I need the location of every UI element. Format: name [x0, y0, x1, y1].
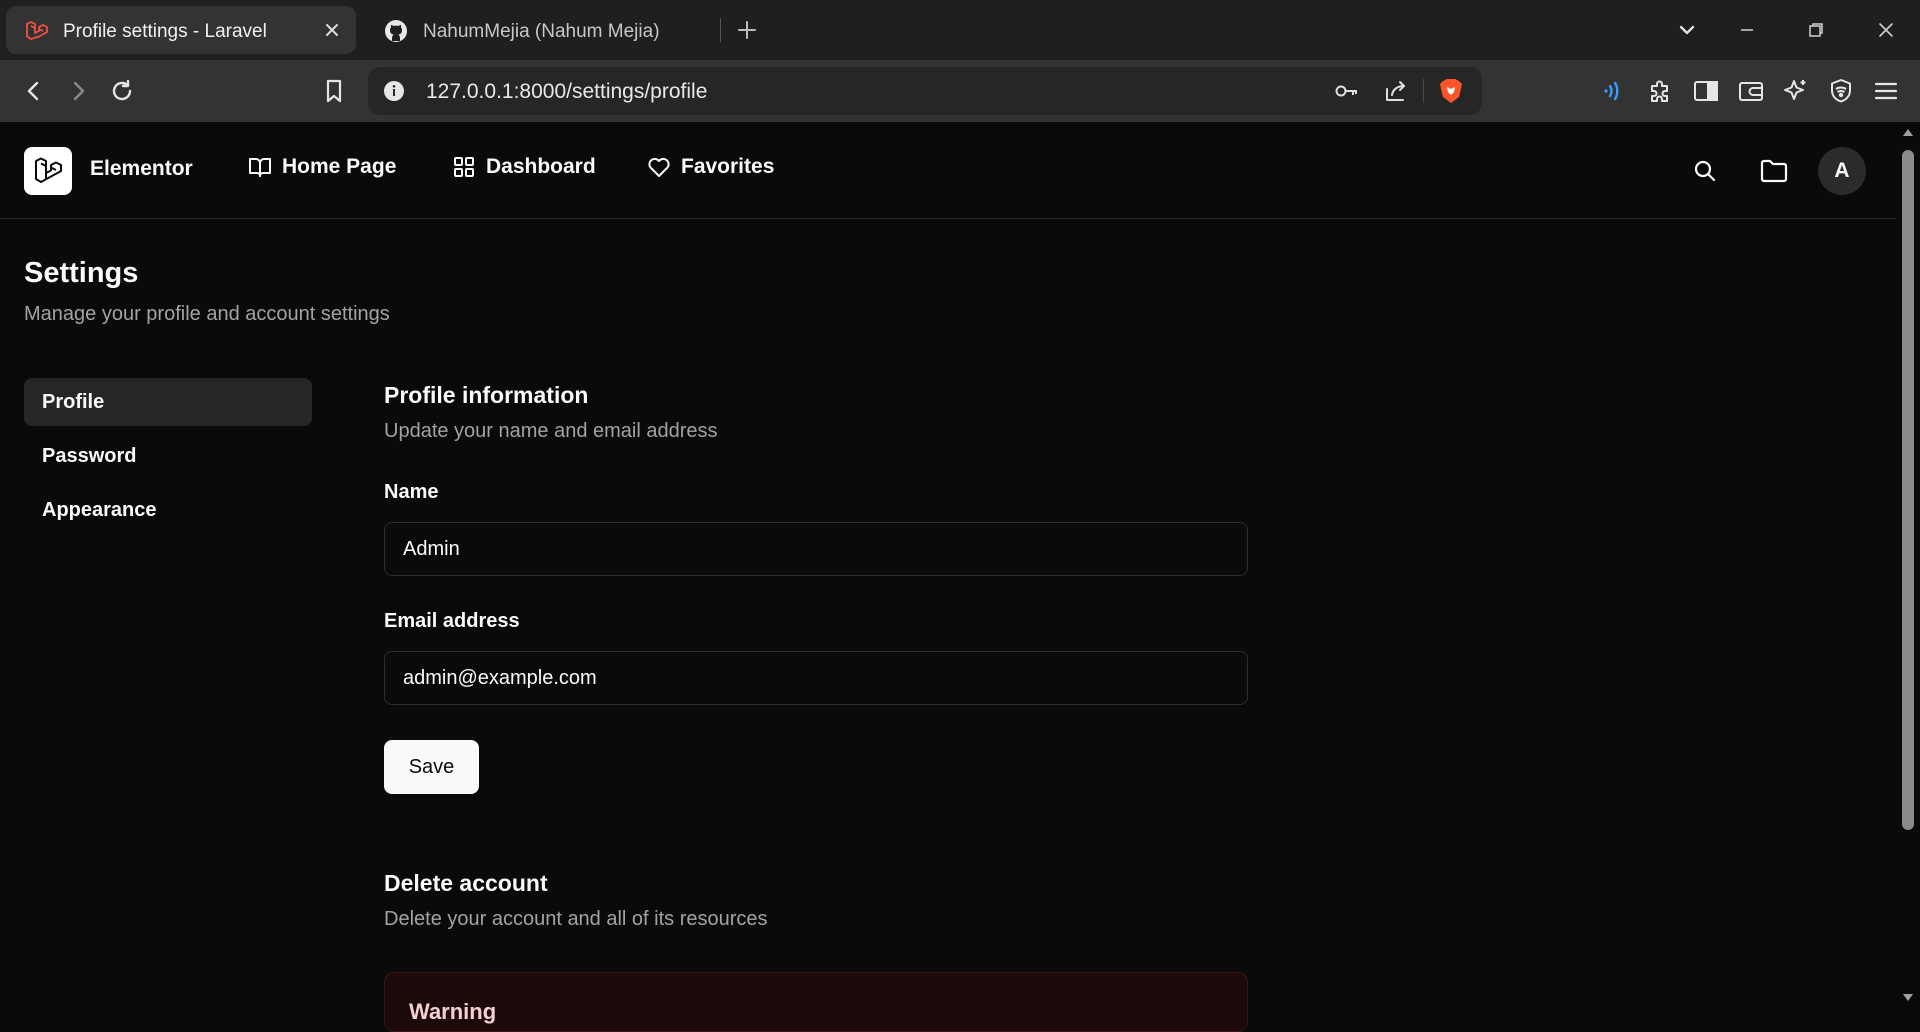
brand-name: Elementor — [90, 157, 193, 180]
share-icon[interactable] — [1383, 78, 1409, 104]
avatar[interactable]: A — [1818, 147, 1866, 195]
browser-tab-strip: Profile settings - Laravel NahumMejia (N… — [0, 0, 1920, 60]
wallet-icon[interactable] — [1733, 73, 1769, 109]
laravel-icon — [24, 19, 48, 43]
name-input[interactable] — [384, 522, 1248, 576]
nav-label: Home Page — [282, 155, 397, 178]
sidebar-item-profile[interactable]: Profile — [24, 378, 312, 426]
leo-ai-icon[interactable] — [1778, 73, 1814, 109]
address-bar-divider — [1423, 79, 1424, 103]
speedreader-icon[interactable] — [1598, 73, 1634, 109]
delete-warning-box: Warning — [384, 972, 1248, 1032]
tab-title: Profile settings - Laravel — [63, 21, 267, 42]
tab-search-chevron-down-icon[interactable] — [1675, 18, 1699, 42]
scroll-down-arrow-icon[interactable] — [1902, 992, 1914, 1002]
folder-icon[interactable] — [1759, 157, 1789, 185]
tab-title: NahumMejia (Nahum Mejia) — [423, 21, 660, 42]
nav-label: Favorites — [681, 155, 775, 178]
sidebar-item-appearance[interactable]: Appearance — [24, 486, 312, 534]
nav-label: Dashboard — [486, 155, 596, 178]
nav-favorites[interactable]: Favorites — [647, 155, 774, 179]
site-info-icon[interactable] — [382, 79, 406, 103]
page-title: Settings — [24, 257, 139, 289]
github-icon — [384, 19, 408, 43]
back-icon[interactable] — [16, 73, 52, 109]
email-input[interactable] — [384, 651, 1248, 705]
search-icon[interactable] — [1692, 158, 1718, 184]
new-tab-icon[interactable] — [734, 17, 760, 43]
reload-icon[interactable] — [104, 73, 140, 109]
email-label: Email address — [384, 610, 520, 632]
heart-icon — [647, 155, 671, 179]
app-logo[interactable] — [24, 147, 72, 195]
sidebar-item-label: Appearance — [42, 498, 157, 521]
laravel-logo-icon — [35, 157, 62, 183]
page-subtitle: Manage your profile and account settings — [24, 303, 390, 325]
name-label: Name — [384, 481, 439, 503]
forward-icon[interactable] — [60, 73, 96, 109]
nav-dashboard[interactable]: Dashboard — [452, 155, 596, 179]
warning-title: Warning — [409, 999, 497, 1024]
restore-icon[interactable] — [1804, 18, 1828, 42]
page-content: Elementor Home Page Dashboard Favorites … — [0, 122, 1896, 1032]
page-scrollbar[interactable] — [1896, 122, 1920, 1008]
tab-divider — [720, 18, 721, 42]
menu-icon[interactable] — [1868, 73, 1904, 109]
delete-section-title: Delete account — [384, 870, 548, 896]
nav-home-page[interactable]: Home Page — [248, 155, 396, 179]
sidebar-toggle-icon[interactable] — [1688, 73, 1724, 109]
profile-section-title: Profile information — [384, 382, 589, 408]
tab-github[interactable]: NahumMejia (Nahum Mejia) — [366, 6, 716, 54]
profile-section-subtitle: Update your name and email address — [384, 420, 718, 442]
bookmark-icon[interactable] — [316, 73, 352, 109]
scroll-up-arrow-icon[interactable] — [1902, 128, 1914, 138]
book-open-icon — [248, 155, 272, 179]
minimize-icon[interactable] — [1735, 18, 1759, 42]
address-bar[interactable]: 127.0.0.1:8000/settings/profile — [368, 67, 1482, 115]
delete-section-subtitle: Delete your account and all of its resou… — [384, 908, 768, 930]
layout-grid-icon — [452, 155, 476, 179]
sidebar-item-label: Password — [42, 444, 137, 467]
close-window-icon[interactable] — [1874, 18, 1898, 42]
scrollbar-thumb[interactable] — [1902, 150, 1914, 830]
brave-shields-icon[interactable] — [1438, 77, 1464, 105]
app-header: Elementor Home Page Dashboard Favorites … — [0, 122, 1896, 219]
close-tab-icon[interactable] — [320, 18, 344, 42]
tab-profile-settings[interactable]: Profile settings - Laravel — [6, 6, 356, 54]
save-button[interactable]: Save — [384, 740, 479, 794]
extensions-puzzle-icon[interactable] — [1643, 73, 1679, 109]
vpn-shield-icon[interactable] — [1823, 73, 1859, 109]
password-key-icon[interactable] — [1334, 79, 1360, 103]
browser-toolbar: 127.0.0.1:8000/settings/profile — [0, 60, 1920, 122]
sidebar-item-password[interactable]: Password — [24, 432, 312, 480]
url-text: 127.0.0.1:8000/settings/profile — [426, 80, 708, 103]
sidebar-item-label: Profile — [42, 390, 105, 413]
